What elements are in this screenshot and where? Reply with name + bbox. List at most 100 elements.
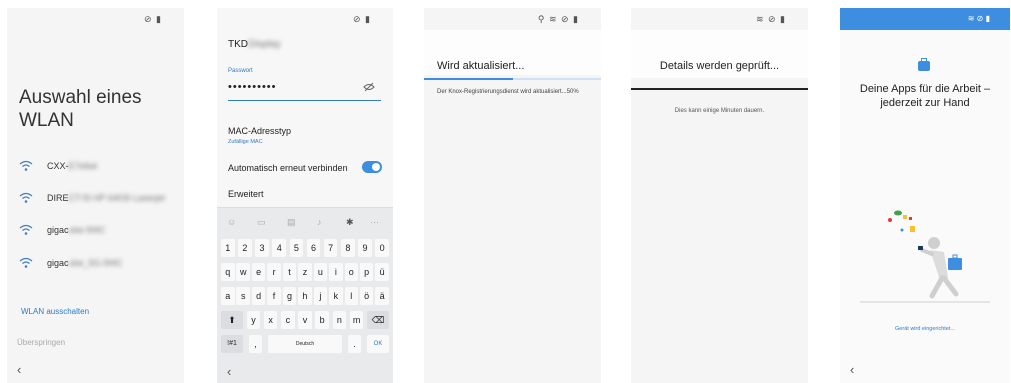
key[interactable]: w: [236, 263, 250, 281]
key[interactable]: y: [246, 311, 261, 329]
wifi-network-item[interactable]: gigac ube-5f4C: [19, 222, 106, 238]
mic-icon[interactable]: ♪: [317, 217, 322, 227]
keyboard-row-numbers: 1 2 3 4 5 6 7 8 9 0: [221, 239, 389, 257]
key[interactable]: h: [298, 287, 312, 305]
ok-key[interactable]: OK: [367, 335, 389, 353]
key[interactable]: q: [221, 263, 235, 281]
period-key[interactable]: .: [347, 335, 362, 353]
wifi-network-item[interactable]: DIRE CT-f3 HP 6403I Laserjet: [19, 190, 165, 206]
keyboard-row-2: a s d f g h j k l ö ä: [221, 287, 389, 305]
network-name-blurred: ube_5G-5f4C: [68, 258, 123, 268]
wifi-network-item[interactable]: gigac ube_5G-5f4C: [19, 255, 123, 271]
key[interactable]: o: [344, 263, 358, 281]
status-bar: ≋ ⊘ ▮: [840, 8, 1010, 30]
screen-updating: ⚲ ≋ ⊘ ▮ Wird aktualisiert... Der Knox-Re…: [424, 8, 601, 383]
network-name-blurred: ube-5f4C: [68, 225, 106, 235]
key[interactable]: s: [236, 287, 250, 305]
key[interactable]: 7: [323, 239, 338, 257]
comma-key[interactable]: ,: [248, 335, 263, 353]
page-title: Wird aktualisiert...: [437, 60, 525, 72]
keyboard-row-3: ⬆ y x c v b n m ⌫: [221, 311, 389, 329]
status-bar: ⚲ ≋ ⊘ ▮: [537, 14, 579, 24]
key[interactable]: 5: [289, 239, 304, 257]
screen-checking-details: ≋ ⊘ ▮ Details werden geprüft... Dies kan…: [631, 8, 808, 383]
network-ssid: TKDDisplay: [228, 39, 281, 50]
more-icon[interactable]: ⋯: [370, 217, 379, 228]
settings-icon[interactable]: ✱: [346, 217, 354, 228]
auto-reconnect-toggle[interactable]: [362, 161, 382, 173]
key[interactable]: z: [298, 263, 312, 281]
hide-password-icon[interactable]: [363, 82, 375, 92]
key[interactable]: x: [263, 311, 278, 329]
key[interactable]: 8: [341, 239, 355, 257]
status-bar: ⊘ ▮: [353, 14, 371, 24]
key[interactable]: 1: [221, 239, 235, 257]
key[interactable]: 2: [238, 239, 252, 257]
key[interactable]: 9: [358, 239, 372, 257]
wlan-off-link[interactable]: WLAN ausschalten: [21, 307, 89, 316]
screen-wlan-password: ⊘ ▮ TKDDisplay Passwort •••••••••• MAC-A…: [217, 8, 393, 383]
key[interactable]: ü: [375, 263, 389, 281]
emoji-icon[interactable]: ☺: [227, 217, 236, 227]
progress-bar: [424, 78, 513, 80]
network-name: gigac: [47, 225, 69, 235]
advanced-option[interactable]: Erweitert: [228, 189, 264, 199]
mac-type-label[interactable]: MAC-Adresstyp: [228, 126, 291, 136]
status-bar: ≋ ⊘ ▮: [755, 14, 786, 24]
wifi-network-item[interactable]: CXX- E7eliwl: [19, 158, 97, 174]
auto-reconnect-label: Automatisch erneut verbinden: [228, 163, 348, 173]
key[interactable]: c: [281, 311, 295, 329]
key[interactable]: v: [298, 311, 312, 329]
gif-icon[interactable]: ▤: [287, 217, 296, 228]
key[interactable]: a: [221, 287, 235, 305]
space-key[interactable]: Deutsch: [268, 335, 342, 353]
keyboard-row-bottom: !#1 , Deutsch . OK: [221, 335, 389, 353]
keyboard-row-1: q w e r t z u i o p ü: [221, 263, 389, 281]
shift-key[interactable]: ⬆: [221, 311, 243, 329]
progress-bar: [631, 88, 808, 90]
key[interactable]: i: [329, 263, 343, 281]
key[interactable]: 3: [255, 239, 269, 257]
key[interactable]: d: [251, 287, 266, 305]
progress-track: [631, 88, 808, 90]
key[interactable]: r: [267, 263, 281, 281]
key[interactable]: b: [315, 311, 329, 329]
status-bar: ⊘ ▮: [144, 14, 162, 24]
key[interactable]: j: [313, 287, 328, 305]
setup-status: Gerät wird eingerichtet...: [895, 326, 955, 332]
status-text: Der Knox-Registrierungsdienst wird aktua…: [437, 89, 579, 95]
key[interactable]: l: [344, 287, 358, 305]
key[interactable]: 4: [272, 239, 286, 257]
page-title: Auswahl eines WLAN: [19, 87, 142, 131]
network-name-blurred: E7eliwl: [68, 161, 98, 171]
key[interactable]: g: [282, 287, 297, 305]
page-title: Details werden geprüft...: [659, 60, 780, 72]
page-title: Deine Apps für die Arbeit – jederzeit zu…: [859, 83, 991, 109]
key[interactable]: n: [332, 311, 347, 329]
key[interactable]: u: [313, 263, 328, 281]
key[interactable]: m: [349, 311, 364, 329]
network-name: gigac: [47, 258, 69, 268]
key[interactable]: ö: [359, 287, 374, 305]
key[interactable]: f: [267, 287, 281, 305]
wifi-icon: [19, 257, 33, 268]
backspace-key[interactable]: ⌫: [367, 311, 389, 329]
back-icon[interactable]: ‹: [227, 364, 231, 379]
key[interactable]: e: [251, 263, 266, 281]
briefcase-icon: [918, 58, 930, 71]
keyboard: ☺ ▭ ▤ ♪ ✱ ⋯ 1 2 3 4 5 6 7 8 9 0 q w e r …: [217, 208, 393, 383]
person-illustration-icon: [860, 210, 990, 303]
screen-wlan-select: ⊘ ▮ Auswahl eines WLAN CXX- E7eliwl DIRE C…: [7, 8, 184, 383]
key[interactable]: 6: [306, 239, 321, 257]
back-icon[interactable]: ‹: [850, 362, 854, 377]
key[interactable]: 0: [375, 239, 389, 257]
sticker-icon[interactable]: ▭: [257, 217, 266, 228]
key[interactable]: k: [329, 287, 343, 305]
key[interactable]: ä: [375, 287, 389, 305]
password-field[interactable]: ••••••••••: [228, 81, 277, 93]
key[interactable]: t: [282, 263, 297, 281]
back-icon[interactable]: ‹: [17, 362, 21, 377]
skip-link[interactable]: Überspringen: [17, 338, 65, 347]
symbols-key[interactable]: !#1: [221, 335, 243, 353]
key[interactable]: p: [359, 263, 374, 281]
